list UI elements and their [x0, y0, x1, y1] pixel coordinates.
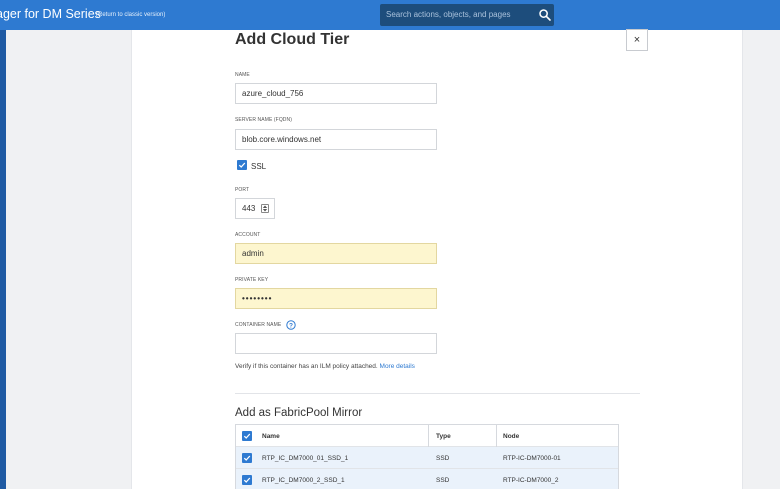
ssl-label: SSL	[251, 162, 267, 171]
column-divider	[428, 425, 429, 447]
top-bar: ager for DM Series (Return to classic ve…	[0, 0, 780, 30]
name-label: NAME	[235, 72, 250, 78]
container-name-field[interactable]	[235, 333, 437, 354]
mirror-table: Name Type Node RTP_IC_DM7000_01_SSD_1 SS…	[235, 424, 619, 489]
row-checkbox[interactable]	[242, 453, 252, 463]
table-row[interactable]: RTP_IC_DM7000_01_SSD_1 SSD RTP-IC-DM7000…	[236, 447, 618, 469]
row-type: SSD	[436, 476, 450, 484]
account-label: ACCOUNT	[235, 232, 261, 238]
check-icon	[243, 433, 251, 439]
mirror-section-title: Add as FabricPool Mirror	[235, 407, 363, 419]
row-checkbox[interactable]	[242, 475, 252, 485]
server-name-field[interactable]: blob.core.windows.net	[235, 129, 437, 150]
column-header-node[interactable]: Node	[503, 425, 519, 447]
app-title: ager for DM Series	[0, 7, 101, 21]
ssl-checkbox[interactable]	[237, 160, 247, 170]
more-details-link[interactable]: More details	[380, 363, 415, 370]
question-circle-icon[interactable]: ?	[286, 320, 296, 330]
close-icon[interactable]: ×	[634, 34, 640, 46]
select-all-checkbox[interactable]	[242, 431, 252, 441]
ilm-hint: Verify if this container has an ILM poli…	[235, 363, 415, 370]
dialog-title: Add Cloud Tier	[235, 31, 350, 48]
port-spinner[interactable]	[261, 204, 269, 213]
row-name: RTP_IC_DM7000_2_SSD_1	[262, 476, 345, 484]
left-nav-strip	[0, 30, 6, 489]
search-icon[interactable]	[538, 8, 552, 22]
row-name: RTP_IC_DM7000_01_SSD_1	[262, 454, 349, 462]
svg-text:?: ?	[289, 322, 293, 329]
dialog-panel	[131, 30, 743, 489]
table-header-row: Name Type Node	[236, 425, 618, 447]
close-button[interactable]: ×	[626, 29, 648, 51]
column-header-type[interactable]: Type	[436, 425, 451, 447]
check-icon	[238, 162, 246, 168]
column-header-name[interactable]: Name	[262, 425, 280, 447]
ilm-hint-text: Verify if this container has an ILM poli…	[235, 363, 378, 370]
return-classic-link[interactable]: (Return to classic version)	[96, 12, 165, 18]
column-divider	[496, 425, 497, 447]
private-key-field[interactable]: ••••••••	[235, 288, 437, 309]
global-search[interactable]: Search actions, objects, and pages	[380, 4, 554, 26]
check-icon	[243, 455, 251, 461]
port-label: PORT	[235, 187, 250, 193]
port-stepper[interactable]: 443	[235, 198, 275, 219]
container-name-label: CONTAINER NAME	[235, 322, 282, 328]
row-node: RTP-IC-DM7000-01	[503, 454, 561, 462]
row-node: RTP-IC-DM7000_2	[503, 476, 559, 484]
search-placeholder[interactable]: Search actions, objects, and pages	[386, 10, 511, 19]
check-icon	[243, 477, 251, 483]
spinner-arrows-icon	[262, 205, 268, 212]
port-value: 443	[242, 204, 256, 213]
table-row[interactable]: RTP_IC_DM7000_2_SSD_1 SSD RTP-IC-DM7000_…	[236, 469, 618, 489]
account-field[interactable]: admin	[235, 243, 437, 264]
row-type: SSD	[436, 454, 450, 462]
server-name-label: SERVER NAME (FQDN)	[235, 117, 292, 123]
section-divider	[235, 393, 640, 394]
name-field[interactable]: azure_cloud_756	[235, 83, 437, 104]
private-key-label: PRIVATE KEY	[235, 277, 269, 283]
